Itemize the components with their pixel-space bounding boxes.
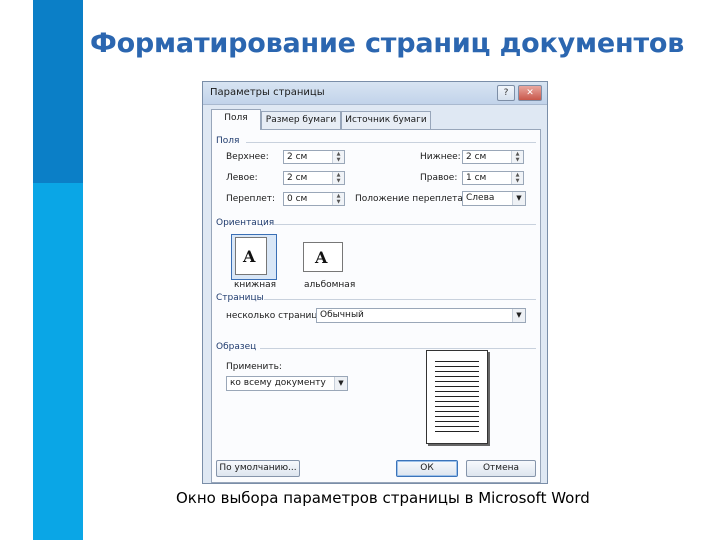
left-margin-spinner[interactable]: 2 см ▲ ▼ [283,171,345,185]
page-preview [426,350,488,444]
left-margin-label: Левое: [226,173,258,183]
group-divider [260,348,536,349]
top-margin-value: 2 см [287,152,308,162]
top-margin-label: Верхнее: [226,152,269,162]
spinner-arrows-icon[interactable]: ▲ ▼ [332,172,344,184]
tab-paper-size[interactable]: Размер бумаги [261,111,341,129]
apply-to-select[interactable]: ко всему документу ▼ [226,376,348,391]
gutter-position-label: Положение переплета: [355,194,466,204]
spinner-arrows-icon[interactable]: ▲ ▼ [332,193,344,205]
landscape-orientation-icon[interactable]: A [303,242,343,272]
gutter-value: 0 см [287,194,308,204]
portrait-label[interactable]: книжная [234,280,276,290]
bottom-margin-value: 2 см [466,152,487,162]
dialog-titlebar: Параметры страницы ? ✕ [203,82,547,105]
tab-paper-source[interactable]: Источник бумаги [341,111,431,129]
chevron-down-icon[interactable]: ▼ [512,192,525,205]
bottom-margin-label: Нижнее: [420,152,461,162]
right-margin-label: Правое: [420,173,458,183]
group-margins-label: Поля [216,136,240,146]
ok-button[interactable]: ОК [396,460,458,477]
multiple-pages-value: Обычный [320,310,364,320]
landscape-label[interactable]: альбомная [304,280,355,290]
gutter-position-value: Слева [466,193,495,203]
group-pages-label: Страницы [216,293,264,303]
slide-caption: Окно выбора параметров страницы в Micros… [176,489,590,507]
left-margin-value: 2 см [287,173,308,183]
group-divider [274,224,536,225]
spinner-arrows-icon[interactable]: ▲ ▼ [511,151,523,163]
gutter-position-select[interactable]: Слева ▼ [462,191,526,206]
apply-to-value: ко всему документу [230,378,326,388]
spinner-arrows-icon[interactable]: ▲ ▼ [511,172,523,184]
set-default-button[interactable]: По умолчанию... [216,460,300,477]
top-margin-spinner[interactable]: 2 см ▲ ▼ [283,150,345,164]
landscape-icon-letter: A [315,248,328,267]
close-icon[interactable]: ✕ [518,85,542,101]
chevron-down-icon[interactable]: ▼ [334,377,347,390]
margins-panel: Поля Верхнее: 2 см ▲ ▼ Нижнее: 2 см ▲ ▼ Ле… [211,129,541,483]
apply-to-label: Применить: [226,362,282,372]
group-divider [246,142,536,143]
portrait-icon-letter: A [243,247,256,266]
tab-margins[interactable]: Поля [211,109,261,130]
cancel-button[interactable]: Отмена [466,460,536,477]
accent-bar-bottom [33,183,83,540]
spinner-arrows-icon[interactable]: ▲ ▼ [332,151,344,163]
multiple-pages-label: несколько страниц: [226,311,321,321]
right-margin-value: 1 см [466,173,487,183]
chevron-down-icon[interactable]: ▼ [512,309,525,322]
question-icon[interactable]: ? [497,85,515,101]
right-margin-spinner[interactable]: 1 см ▲ ▼ [462,171,524,185]
group-orientation-label: Ориентация [216,218,275,228]
page-setup-dialog: Параметры страницы ? ✕ Поля Размер бумаг… [202,81,548,484]
multiple-pages-select[interactable]: Обычный ▼ [316,308,526,323]
group-divider [264,299,536,300]
gutter-spinner[interactable]: 0 см ▲ ▼ [283,192,345,206]
bottom-margin-spinner[interactable]: 2 см ▲ ▼ [462,150,524,164]
gutter-label: Переплет: [226,194,276,204]
portrait-orientation-icon[interactable]: A [235,237,267,275]
dialog-title: Параметры страницы [210,87,325,98]
group-preview-label: Образец [216,342,257,352]
slide-title: Форматирование страниц документов [90,28,685,59]
accent-bar-top [33,0,83,183]
